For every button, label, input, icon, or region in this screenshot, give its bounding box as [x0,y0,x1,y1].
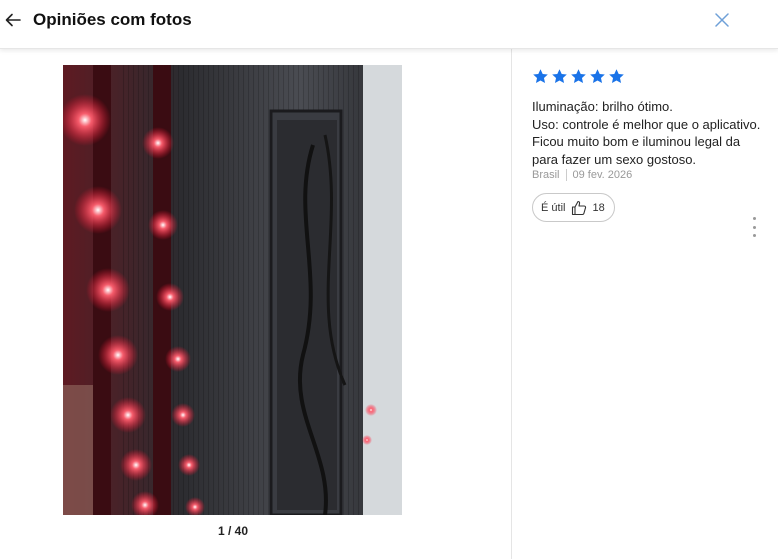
star-icon [552,69,567,84]
star-icon [533,69,548,84]
meta-separator [565,169,567,181]
close-button[interactable] [712,10,732,30]
useful-count: 18 [592,201,605,214]
review-text: Iluminação: brilho ótimo. Uso: controle … [532,98,762,168]
star-icon [571,69,586,84]
star-icon [609,69,624,84]
more-options-button[interactable] [748,217,760,237]
review-line: Ficou muito bom e iluminou legal da para… [532,134,741,167]
review-line: Iluminação: brilho ótimo. [532,99,673,114]
more-dot [752,234,756,237]
more-dot [752,225,756,229]
review-actions: É útil 18 [532,193,772,222]
more-dot [752,217,756,220]
thumbs-up-icon [571,200,587,216]
photo-pane: 1 / 40 [0,49,511,559]
header: Opiniões com fotos [0,0,778,49]
review-photo[interactable] [63,65,402,515]
back-button[interactable] [2,9,24,31]
pane-divider [511,49,512,559]
useful-label: É útil [541,201,566,214]
review-meta: Brasil 09 fev. 2026 [532,169,772,181]
useful-button[interactable]: É útil 18 [532,193,615,222]
review-country: Brasil [532,169,560,181]
star-icon [590,69,605,84]
led-strip-tv-photo [63,65,402,515]
photo-counter: 1 / 40 [217,524,249,538]
arrow-left-icon [5,13,21,27]
review-line: Uso: controle é melhor que o aplicativo. [532,116,761,132]
rating-stars [532,68,772,86]
close-icon [715,13,729,27]
page-title: Opiniões com fotos [33,10,192,29]
review-date: 09 fev. 2026 [572,169,633,181]
review-panel: Iluminação: brilho ótimo. Uso: controle … [532,68,772,237]
